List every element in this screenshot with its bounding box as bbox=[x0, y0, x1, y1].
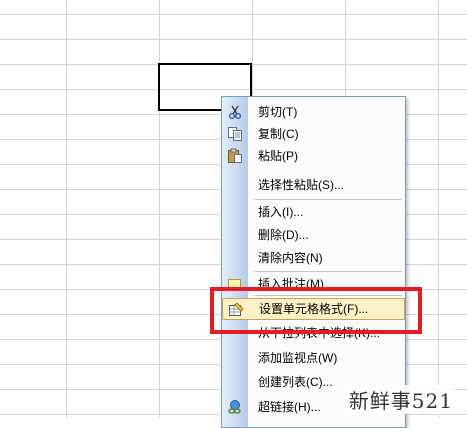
menu-item-label: 剪切(T) bbox=[258, 105, 298, 119]
menu-item-label: 粘贴(P) bbox=[258, 149, 298, 163]
menu-item-copy[interactable]: 复制(C) bbox=[222, 123, 405, 145]
menu-item-label: 插入(I)... bbox=[258, 205, 304, 219]
menu-separator bbox=[254, 271, 402, 272]
menu-item-label: 选择性粘贴(S)... bbox=[258, 178, 344, 192]
watermark-text: 新鲜事521 bbox=[346, 385, 455, 414]
menu-item-clear-contents[interactable]: 清除内容(N) bbox=[222, 247, 405, 269]
highlight-box bbox=[210, 287, 422, 334]
menu-item-add-watch[interactable]: 添加监视点(W) bbox=[222, 347, 405, 369]
menu-item-cut[interactable]: 剪切(T) bbox=[222, 101, 405, 123]
menu-item-paste[interactable]: 粘贴(P) bbox=[222, 145, 405, 167]
menu-item-delete[interactable]: 删除(D)... bbox=[222, 224, 405, 246]
paste-icon bbox=[227, 148, 243, 164]
menu-separator bbox=[254, 199, 402, 200]
menu-item-label: 复制(C) bbox=[258, 127, 299, 141]
menu-item-label: 添加监视点(W) bbox=[258, 351, 338, 365]
menu-item-label: 创建列表(C)... bbox=[258, 375, 333, 389]
hyperlink-icon bbox=[227, 399, 243, 415]
copy-icon bbox=[227, 126, 243, 142]
menu-item-label: 超链接(H)... bbox=[258, 400, 321, 414]
menu-item-paste-special[interactable]: 选择性粘贴(S)... bbox=[222, 174, 405, 196]
context-menu: 剪切(T) 复制(C) 粘贴(P) 选择性粘贴(S)... 插入(I)... 删… bbox=[221, 96, 406, 428]
menu-item-insert[interactable]: 插入(I)... bbox=[222, 201, 405, 223]
menu-item-label: 删除(D)... bbox=[258, 228, 309, 242]
menu-item-label: 清除内容(N) bbox=[258, 251, 323, 265]
scissors-icon bbox=[227, 104, 243, 120]
